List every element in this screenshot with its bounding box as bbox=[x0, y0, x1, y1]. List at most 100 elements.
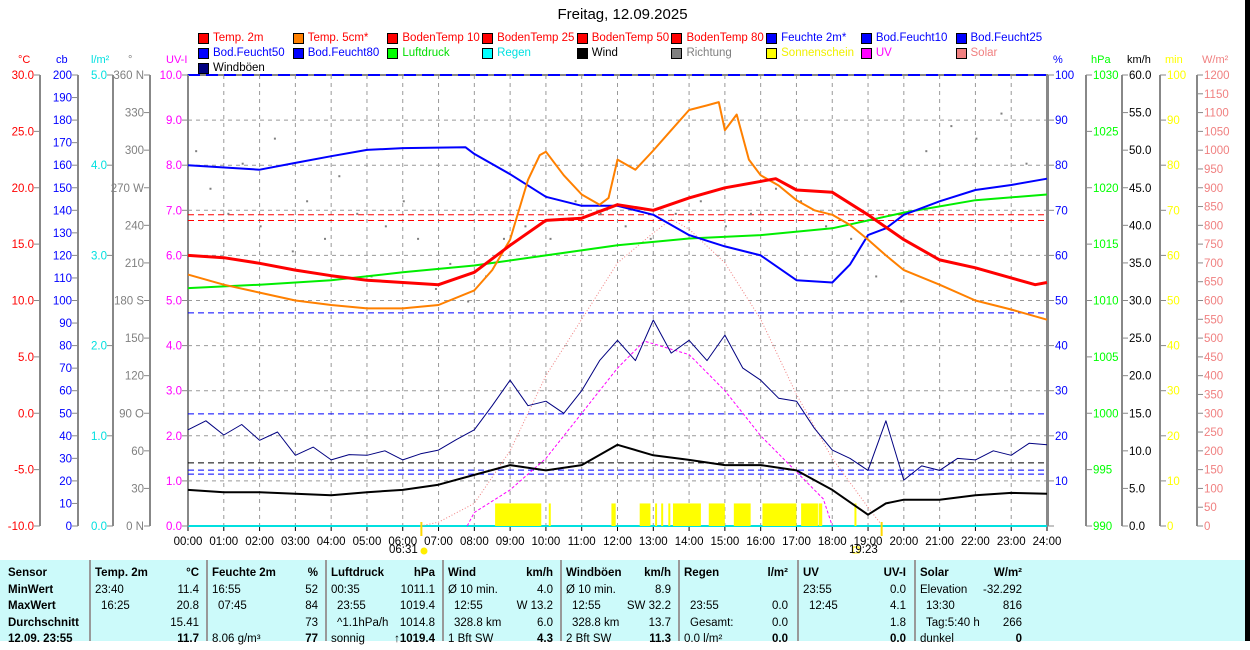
axis-label-temp: 20.0 bbox=[12, 183, 34, 195]
table-row: Ø 10 min. 8.9 bbox=[566, 584, 671, 601]
axis-label-press: 1020 bbox=[1093, 183, 1119, 195]
axis-label-rain: 1.0 bbox=[91, 431, 107, 443]
legend-label: BodenTemp 10 bbox=[402, 32, 479, 44]
direction-dot bbox=[242, 163, 244, 165]
cell-value: 4.1 bbox=[890, 600, 906, 612]
axis-label-solar: 600 bbox=[1204, 296, 1223, 308]
axis-label-temp: 0.0 bbox=[18, 408, 34, 420]
cell-value: 0 bbox=[1016, 633, 1022, 645]
x-tick-label: 14:00 bbox=[675, 536, 704, 548]
table-row: Gesamt:0.0 bbox=[684, 617, 788, 634]
axis-label-hum: 60 bbox=[1055, 250, 1068, 262]
cell-label: 8.06 g/m³ bbox=[212, 633, 261, 645]
axis-label-press: 995 bbox=[1093, 465, 1112, 477]
legend-swatch bbox=[956, 33, 967, 44]
cell-label: 328.8 km bbox=[572, 617, 619, 629]
axis-label-temp: -10.0 bbox=[8, 521, 34, 533]
axis-label-uv: 0.0 bbox=[166, 521, 182, 533]
axis-label-temp: 15.0 bbox=[12, 239, 34, 251]
axis-label-cb: 80 bbox=[59, 341, 72, 353]
cell-value: 0.0 bbox=[890, 584, 906, 596]
legend-item: Feuchte 2m* bbox=[766, 31, 861, 45]
cell-value: 8.9 bbox=[655, 584, 671, 596]
legend-label: UV bbox=[876, 47, 892, 59]
axis-label-hum: 50 bbox=[1055, 296, 1068, 308]
table-row: dunkel 0 bbox=[920, 633, 1022, 650]
axis-label-cb: 170 bbox=[53, 138, 72, 150]
direction-dot bbox=[292, 250, 294, 252]
legend-swatch bbox=[198, 63, 209, 74]
direction-dot bbox=[356, 213, 358, 215]
table-column: Windkm/hØ 10 min.4.012:55W 13.2328.8 km6… bbox=[448, 567, 553, 650]
axis-label-wind: 0.0 bbox=[1129, 521, 1145, 533]
axis-label-rain: 2.0 bbox=[91, 341, 107, 353]
cell-label: Ø 10 min. bbox=[566, 584, 616, 596]
series-windb-en bbox=[188, 320, 1047, 480]
axis-label-hum: 80 bbox=[1055, 160, 1068, 172]
x-tick-label: 09:00 bbox=[496, 536, 525, 548]
x-tick-label: 08:00 bbox=[460, 536, 489, 548]
axis-label-rain: 5.0 bbox=[91, 70, 107, 82]
cell-value: 52 bbox=[305, 584, 318, 596]
table-column: SolarW/m²Elevation-32.29213:30816Tag:5:4… bbox=[920, 567, 1022, 650]
table-row: 11.7 bbox=[95, 633, 199, 650]
axis-label-min: 0 bbox=[1167, 521, 1173, 533]
axis-label-wind: 30.0 bbox=[1129, 296, 1151, 308]
column-title: UV bbox=[803, 567, 819, 579]
table-row: 328.8 km6.0 bbox=[448, 617, 553, 634]
axis-label-solar: 450 bbox=[1204, 352, 1223, 364]
legend-label: Wind bbox=[592, 47, 618, 59]
cell-label: Tag:5:40 h bbox=[926, 617, 980, 629]
axis-label-min: 40 bbox=[1167, 341, 1180, 353]
axis-label-min: 30 bbox=[1167, 386, 1180, 398]
axis-unit-min: min bbox=[1165, 54, 1183, 66]
direction-dot bbox=[417, 238, 419, 240]
row-label: MinWert bbox=[8, 584, 88, 601]
direction-dot bbox=[435, 288, 437, 290]
axis-label-uv: 6.0 bbox=[166, 250, 182, 262]
axis-label-solar: 150 bbox=[1204, 465, 1223, 477]
legend-swatch bbox=[198, 33, 209, 44]
column-divider bbox=[325, 560, 327, 641]
axis-label-cb: 30 bbox=[59, 453, 72, 465]
axis-unit-wind: km/h bbox=[1127, 54, 1151, 66]
axis-label-solar: 1100 bbox=[1204, 108, 1229, 120]
row-label: Durchschnitt bbox=[8, 617, 88, 634]
axis-label-dir: 300 bbox=[125, 145, 144, 157]
column-unit: °C bbox=[186, 567, 199, 579]
direction-dot bbox=[503, 238, 505, 240]
axis-label-cb: 20 bbox=[59, 476, 72, 488]
axis-label-solar: 750 bbox=[1204, 239, 1223, 251]
cell-value: 0.0 bbox=[890, 633, 906, 645]
cell-value: 6.0 bbox=[537, 617, 553, 629]
cell-label: dunkel bbox=[920, 633, 954, 645]
cell-value: ↑1019.4 bbox=[394, 633, 435, 645]
column-unit: l/m² bbox=[768, 567, 788, 579]
axis-label-cb: 0 bbox=[66, 521, 72, 533]
axis-label-rain: 4.0 bbox=[91, 160, 107, 172]
table-row: 23:550.0 bbox=[684, 600, 788, 617]
axis-label-hum: 30 bbox=[1055, 386, 1068, 398]
sunshine-bar bbox=[673, 503, 701, 526]
x-tick-label: 11:00 bbox=[568, 536, 596, 548]
axis-label-press: 1015 bbox=[1093, 239, 1119, 251]
direction-dot bbox=[338, 175, 340, 177]
cell-label: ^1.1hPa/h bbox=[337, 617, 388, 629]
legend-item: Windböen bbox=[198, 61, 293, 75]
column-title: Wind bbox=[448, 567, 476, 579]
legend-swatch bbox=[671, 48, 682, 59]
x-tick-label: 13:00 bbox=[639, 536, 668, 548]
x-tick-label: 04:00 bbox=[317, 536, 346, 548]
weather-chart: 00:0001:0002:0003:0004:0005:0006:0007:00… bbox=[0, 0, 1250, 560]
axis-label-uv: 4.0 bbox=[166, 341, 182, 353]
series-wind bbox=[188, 445, 1047, 515]
axis-label-solar: 1150 bbox=[1204, 89, 1229, 101]
direction-dot bbox=[950, 125, 952, 127]
cell-label: Gesamt: bbox=[690, 617, 733, 629]
column-title: Temp. 2m bbox=[95, 567, 148, 579]
axis-label-cb: 130 bbox=[53, 228, 72, 240]
sunshine-bar bbox=[549, 503, 551, 526]
legend-label: BodenTemp 25 bbox=[497, 32, 574, 44]
legend-item: Temp. 5cm* bbox=[293, 31, 388, 45]
cell-label: 12:45 bbox=[809, 600, 838, 612]
